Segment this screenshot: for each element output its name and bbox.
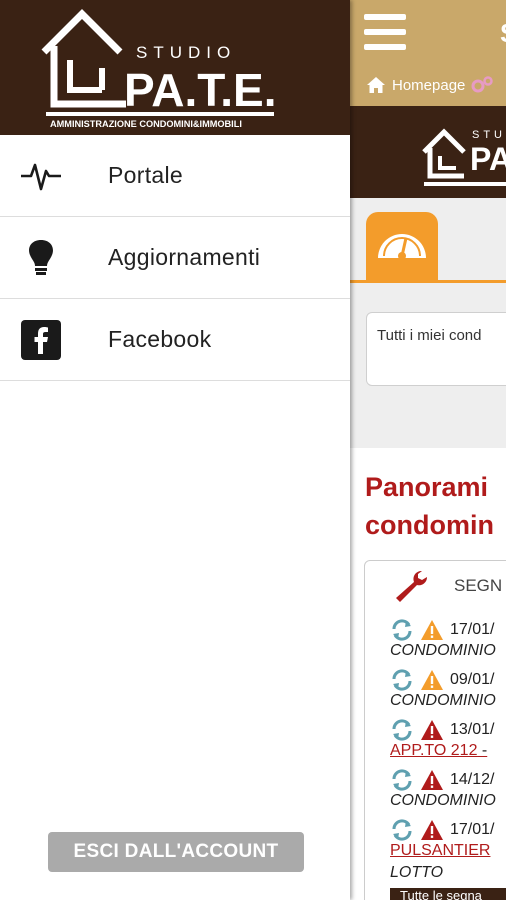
report-text-suffix: - xyxy=(477,742,488,759)
report-row[interactable]: 17/01/ PULSANTIER xyxy=(390,818,506,864)
report-text: CONDOMINIO xyxy=(390,792,496,809)
menu-item-label: Facebook xyxy=(108,326,212,352)
all-reports-button[interactable]: Tutte le segna xyxy=(390,888,506,900)
refresh-icon xyxy=(392,719,412,741)
report-row[interactable]: 09/01/ CONDOMINIO xyxy=(390,668,506,714)
menu-item-portale[interactable]: Portale xyxy=(0,135,350,217)
report-date: 17/01/ xyxy=(450,621,495,638)
lightbulb-icon xyxy=(29,239,53,275)
menu-item-label: Aggiornamenti xyxy=(108,244,261,270)
panorama-title: Panorami condomin xyxy=(365,472,494,540)
gears-icon xyxy=(471,76,494,93)
drawer-header: STUDIO PA.T.E. AMMINISTRAZIONE CONDOMINI… xyxy=(0,0,350,135)
brand-logo: STUDIO PA.T.E. AMMINISTRAZIONE CONDOMINI… xyxy=(41,9,277,129)
main-content: S Homepage STUDIO PA. Tutti i miei cond … xyxy=(350,0,506,900)
report-link[interactable]: PULSANTIER xyxy=(390,842,490,859)
report-text: CONDOMINIO xyxy=(390,692,496,709)
report-date: 14/12/ xyxy=(450,771,495,788)
report-row[interactable]: 17/01/ CONDOMINIO xyxy=(390,618,506,664)
svg-text:PA.: PA. xyxy=(470,141,506,177)
breadcrumb-home-link[interactable]: Homepage xyxy=(392,77,465,94)
report-text-continued: LOTTO xyxy=(390,864,444,881)
report-date: 09/01/ xyxy=(450,671,495,688)
report-date: 13/01/ xyxy=(450,721,495,738)
refresh-icon xyxy=(392,769,412,791)
condominium-select[interactable] xyxy=(366,312,506,386)
report-row[interactable]: 13/01/ APP.TO 212 - xyxy=(390,718,506,764)
tab-dashboard[interactable] xyxy=(366,212,438,282)
brand-logo-small: STUDIO PA. xyxy=(422,128,506,186)
svg-text:STUDIO: STUDIO xyxy=(472,129,506,141)
report-text: CONDOMINIO xyxy=(390,642,496,659)
wrench-icon xyxy=(396,570,428,602)
brand-name-text: PA.T.E. xyxy=(124,64,277,116)
topbar-text: S xyxy=(500,18,506,48)
refresh-icon xyxy=(392,619,412,641)
report-link[interactable]: APP.TO 212 xyxy=(390,742,477,759)
menu-item-label: Portale xyxy=(108,162,183,188)
menu-item-aggiornamenti[interactable]: Aggiornamenti xyxy=(0,217,350,299)
refresh-icon xyxy=(392,669,412,691)
condominium-select-value: Tutti i miei cond xyxy=(377,327,482,344)
brand-studio-text: STUDIO xyxy=(136,43,236,62)
report-row[interactable]: 14/12/ CONDOMINIO xyxy=(390,768,506,814)
menu-item-facebook[interactable]: Facebook xyxy=(0,299,350,381)
reports-card-header: SEGN xyxy=(454,576,503,595)
warning-icon xyxy=(421,620,443,640)
heartbeat-icon xyxy=(21,163,61,190)
side-drawer: STUDIO PA.T.E. AMMINISTRAZIONE CONDOMINI… xyxy=(0,0,350,900)
gauge-icon xyxy=(378,234,426,260)
logout-button[interactable]: ESCI DALL'ACCOUNT xyxy=(48,832,304,872)
drawer-menu: Portale Aggiornamenti Facebook xyxy=(0,135,350,381)
facebook-icon xyxy=(21,319,61,360)
hamburger-menu-button[interactable] xyxy=(364,14,406,52)
refresh-icon xyxy=(392,819,412,841)
report-date: 17/01/ xyxy=(450,821,495,838)
danger-icon xyxy=(421,770,443,790)
danger-icon xyxy=(421,820,443,840)
breadcrumb: Homepage xyxy=(366,76,494,94)
home-icon xyxy=(367,77,385,93)
danger-icon xyxy=(421,720,443,740)
brand-tagline-text: AMMINISTRAZIONE CONDOMINI&IMMOBILI xyxy=(50,119,242,129)
warning-icon xyxy=(421,670,443,690)
